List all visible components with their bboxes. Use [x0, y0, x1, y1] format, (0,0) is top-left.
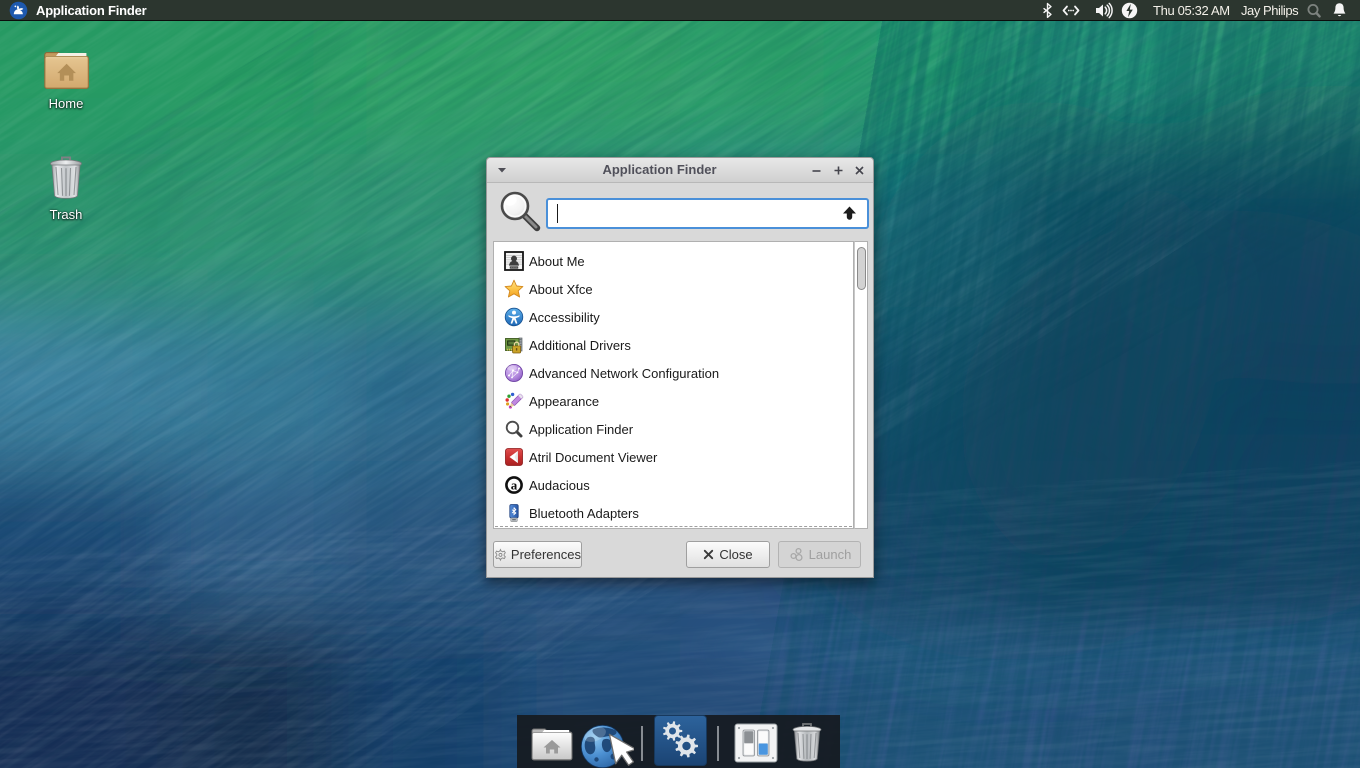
svg-text:a: a [511, 477, 518, 492]
